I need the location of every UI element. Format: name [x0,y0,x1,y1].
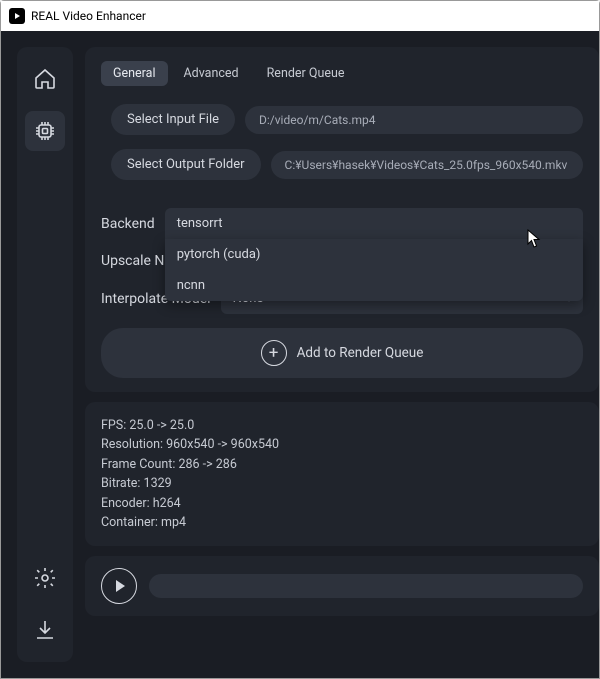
tab-render-queue[interactable]: Render Queue [255,61,357,86]
info-bitrate: Bitrate: 1329 [101,474,583,493]
output-folder-row: Select Output Folder C:¥Users¥hasek¥Vide… [101,149,583,180]
backend-label: Backend [101,216,155,232]
upscale-label: Upscale N [101,253,171,269]
titlebar: REAL Video Enhancer [1,1,599,31]
info-container: Container: mp4 [101,513,583,532]
input-file-row: Select Input File D:/video/m/Cats.mp4 [101,104,583,135]
backend-selected: tensorrt [177,216,223,231]
chip-icon [33,119,57,143]
select-output-button[interactable]: Select Output Folder [111,149,261,180]
play-button[interactable] [101,568,137,604]
backend-option[interactable]: ncnn [165,270,583,301]
queue-button-label: Add to Render Queue [297,345,424,361]
add-to-queue-button[interactable]: + Add to Render Queue [101,328,583,378]
app-body: General Advanced Render Queue Select Inp… [1,31,599,678]
settings-panel: General Advanced Render Queue Select Inp… [85,47,599,392]
main-area: General Advanced Render Queue Select Inp… [85,47,599,662]
tab-advanced[interactable]: Advanced [172,61,251,86]
backend-option[interactable]: pytorch (cuda) [165,239,583,270]
backend-dropdown[interactable]: tensorrt pytorch (cuda) ncnn [165,208,583,239]
output-path-display: C:¥Users¥hasek¥Videos¥Cats_25.0fps_960x5… [271,151,583,179]
progress-bar[interactable] [149,574,583,598]
nav-home[interactable] [25,59,65,99]
app-icon [9,8,25,24]
nav-download[interactable] [25,610,65,650]
info-framecount: Frame Count: 286 -> 286 [101,455,583,474]
nav-process[interactable] [25,111,65,151]
select-input-button[interactable]: Select Input File [111,104,235,135]
info-fps: FPS: 25.0 -> 25.0 [101,416,583,435]
sidebar [17,47,73,662]
window-title: REAL Video Enhancer [31,9,146,23]
backend-select[interactable]: tensorrt [165,208,583,239]
play-panel [85,556,599,616]
info-encoder: Encoder: h264 [101,494,583,513]
tabs: General Advanced Render Queue [101,61,583,86]
backend-row: Backend tensorrt pytorch (cuda) ncnn [101,208,583,239]
info-panel: FPS: 25.0 -> 25.0 Resolution: 960x540 ->… [85,402,599,546]
backend-options: pytorch (cuda) ncnn [165,239,583,301]
plus-icon: + [261,340,287,366]
nav-settings[interactable] [25,558,65,598]
info-resolution: Resolution: 960x540 -> 960x540 [101,435,583,454]
gear-icon [33,566,57,590]
tab-general[interactable]: General [101,61,168,86]
input-path-display: D:/video/m/Cats.mp4 [245,106,583,134]
home-icon [33,67,57,91]
download-icon [33,618,57,642]
app-window: REAL Video Enhancer General Advanced [0,0,600,679]
